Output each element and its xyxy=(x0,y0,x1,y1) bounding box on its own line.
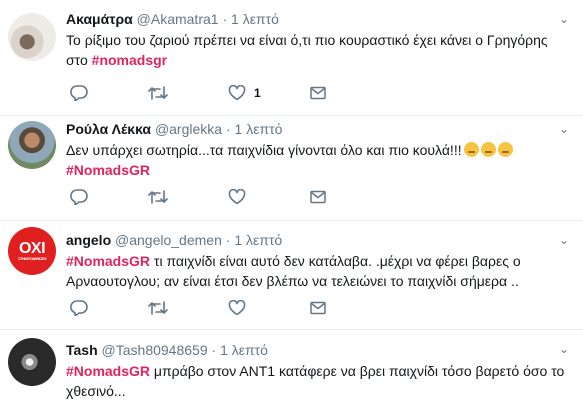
avatar[interactable] xyxy=(8,13,56,61)
retweet-icon xyxy=(148,301,168,315)
hashtag-link[interactable]: #nomadsgr xyxy=(92,52,167,68)
timestamp[interactable]: 1 λεπτό xyxy=(231,11,279,27)
envelope-icon xyxy=(310,190,326,204)
timestamp[interactable]: 1 λεπτό xyxy=(234,232,282,248)
separator-dot: · xyxy=(225,232,231,248)
tweet-text: Δεν υπάρχει σωτηρία...τα παιχνίδια γίνον… xyxy=(66,140,566,180)
user-handle[interactable]: @Akamatra1 xyxy=(137,11,219,27)
heart-icon xyxy=(228,300,246,316)
tweet[interactable]: Ακαμάτρα @Akamatra1 · 1 λεπτό ⌄ Το ρίξιμ… xyxy=(0,0,583,116)
reply-icon xyxy=(70,85,88,101)
like-count: 1 xyxy=(254,86,261,100)
separator-dot: · xyxy=(222,11,228,27)
tweet-header: angelo @angelo_demen · 1 λεπτό xyxy=(66,232,282,249)
direct-message-button[interactable] xyxy=(310,297,326,319)
tweet-text: Το ρίξιμο του ζαριού πρέπει να είναι ό,τ… xyxy=(66,30,566,70)
separator-dot: · xyxy=(225,121,231,137)
avatar[interactable] xyxy=(8,338,56,386)
user-name[interactable]: Ρούλα Λέκκα xyxy=(66,121,151,137)
envelope-icon xyxy=(310,86,326,100)
tweet-header: Ρούλα Λέκκα @arglekka · 1 λεπτό xyxy=(66,121,282,138)
hashtag-link[interactable]: #NomadsGR xyxy=(66,162,150,178)
reply-button[interactable] xyxy=(70,186,88,208)
direct-message-button[interactable] xyxy=(310,82,326,104)
user-name[interactable]: angelo xyxy=(66,232,111,248)
tweet[interactable]: ΟΧΙ ΣΤΗΝ ΕΞΑΘΛΙΩΣΗ angelo @angelo_demen ·… xyxy=(0,221,583,330)
user-handle[interactable]: @arglekka xyxy=(155,121,222,137)
hashtag-link[interactable]: #NomadsGR xyxy=(66,363,150,379)
direct-message-button[interactable] xyxy=(310,186,326,208)
chevron-down-icon[interactable]: ⌄ xyxy=(559,122,569,136)
tweet-actions xyxy=(66,297,366,319)
avatar-logo-text: ΟΧΙ xyxy=(18,239,46,257)
like-button[interactable] xyxy=(228,186,246,208)
disappointed-face-icon xyxy=(480,142,496,157)
like-button[interactable]: 1 xyxy=(228,82,261,104)
retweet-icon xyxy=(148,190,168,204)
avatar[interactable]: ΟΧΙ ΣΤΗΝ ΕΞΑΘΛΙΩΣΗ xyxy=(8,227,56,275)
separator-dot: · xyxy=(211,342,217,358)
timestamp[interactable]: 1 λεπτό xyxy=(235,121,283,137)
heart-icon xyxy=(228,189,246,205)
retweet-button[interactable] xyxy=(148,297,168,319)
reply-icon xyxy=(70,300,88,316)
tweet-text-body: Δεν υπάρχει σωτηρία...τα παιχνίδια γίνον… xyxy=(66,142,462,158)
avatar-logo: ΟΧΙ ΣΤΗΝ ΕΞΑΘΛΙΩΣΗ xyxy=(17,239,47,261)
avatar[interactable] xyxy=(8,121,56,169)
chevron-down-icon[interactable]: ⌄ xyxy=(559,233,569,247)
reply-button[interactable] xyxy=(70,297,88,319)
tweet-header: Tash @Tash80948659 · 1 λεπτό xyxy=(66,342,268,359)
tweet[interactable]: Tash @Tash80948659 · 1 λεπτό ⌄ #NomadsGR… xyxy=(0,330,583,413)
retweet-icon xyxy=(148,86,168,100)
tweet-feed: Ακαμάτρα @Akamatra1 · 1 λεπτό ⌄ Το ρίξιμ… xyxy=(0,0,583,413)
reply-icon xyxy=(70,189,88,205)
tweet-actions xyxy=(66,186,366,208)
chevron-down-icon[interactable]: ⌄ xyxy=(559,12,569,26)
timestamp[interactable]: 1 λεπτό xyxy=(220,342,268,358)
avatar-logo-subtext: ΣΤΗΝ ΕΞΑΘΛΙΩΣΗ xyxy=(17,255,47,261)
disappointed-face-icon xyxy=(463,142,479,157)
like-button[interactable] xyxy=(228,297,246,319)
chevron-down-icon[interactable]: ⌄ xyxy=(559,342,569,356)
tweet-header: Ακαμάτρα @Akamatra1 · 1 λεπτό xyxy=(66,11,279,28)
retweet-button[interactable] xyxy=(148,186,168,208)
hashtag-link[interactable]: #NomadsGR xyxy=(66,253,150,269)
tweet-text: #NomadsGR τι παιχνίδι είναι αυτό δεν κατ… xyxy=(66,251,566,291)
retweet-button[interactable] xyxy=(148,82,168,104)
tweet-actions: 1 xyxy=(66,82,366,104)
user-name[interactable]: Tash xyxy=(66,342,98,358)
tweet-text: #NomadsGR μπράβο στον ΑΝΤ1 κατάφερε να β… xyxy=(66,361,566,401)
reply-button[interactable] xyxy=(70,82,88,104)
user-name[interactable]: Ακαμάτρα xyxy=(66,11,133,27)
user-handle[interactable]: @Tash80948659 xyxy=(102,342,208,358)
tweet[interactable]: Ρούλα Λέκκα @arglekka · 1 λεπτό ⌄ Δεν υπ… xyxy=(0,116,583,221)
heart-icon xyxy=(228,85,246,101)
disappointed-face-icon xyxy=(497,142,513,157)
envelope-icon xyxy=(310,301,326,315)
user-handle[interactable]: @angelo_demen xyxy=(115,232,222,248)
